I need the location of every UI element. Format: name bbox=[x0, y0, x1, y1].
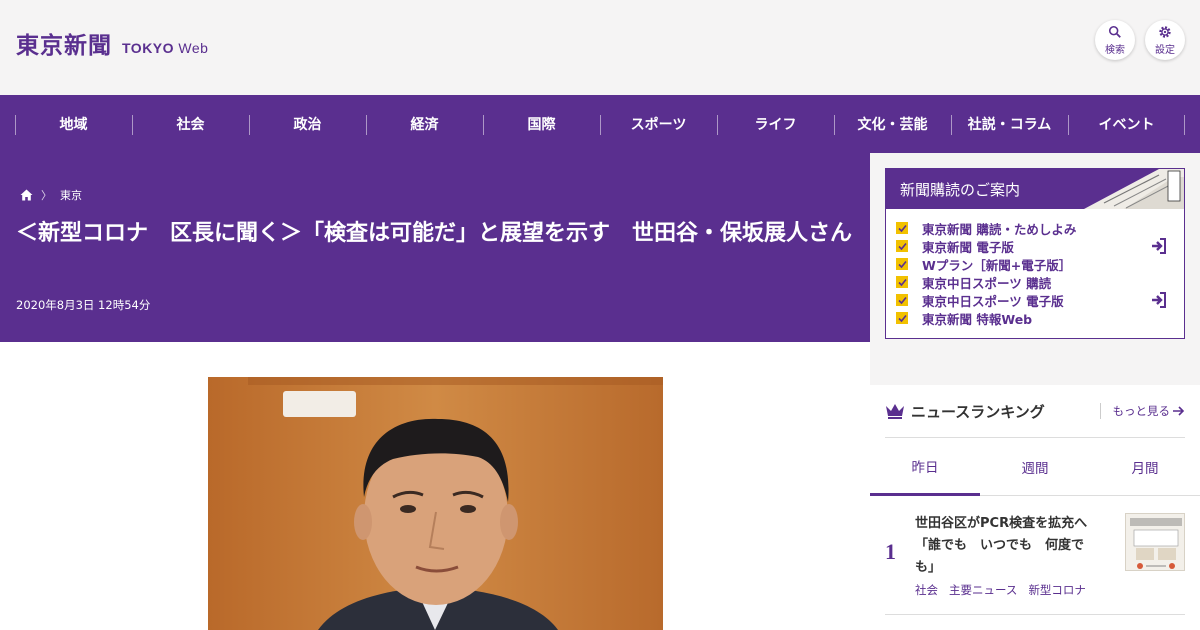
subscription-item-tokuho[interactable]: 東京新聞 特報Web bbox=[896, 309, 1174, 327]
search-button[interactable]: 検索 bbox=[1095, 20, 1135, 60]
breadcrumb-section[interactable]: 東京 bbox=[60, 187, 82, 203]
settings-button[interactable]: 設定 bbox=[1145, 20, 1185, 60]
check-icon bbox=[896, 222, 908, 234]
check-icon bbox=[896, 240, 908, 252]
rank-number: 1 bbox=[885, 539, 896, 564]
crown-icon bbox=[886, 404, 904, 419]
subscription-item-chunichi-sports[interactable]: 東京中日スポーツ 購読 bbox=[896, 273, 1174, 291]
tab-yesterday[interactable]: 昨日 bbox=[870, 438, 980, 496]
nav-item-sports[interactable]: スポーツ bbox=[600, 95, 717, 153]
nav-item-kokusai[interactable]: 国際 bbox=[483, 95, 600, 153]
tab-weekly[interactable]: 週間 bbox=[980, 438, 1090, 496]
ranking-tabs: 昨日 週間 月間 bbox=[870, 438, 1200, 496]
site-header: 東京新聞 TOKYO Web 検索 設定 bbox=[0, 0, 1200, 95]
ranking-item-tags: 社会 主要ニュース 新型コロナ bbox=[915, 582, 1086, 598]
nav-item-chiiki[interactable]: 地域 bbox=[15, 95, 132, 153]
newspaper-illustration bbox=[1084, 169, 1184, 209]
check-icon bbox=[896, 312, 908, 324]
subscription-item-denshiban[interactable]: 東京新聞 電子版 bbox=[896, 237, 1174, 255]
gear-icon bbox=[1159, 25, 1171, 38]
check-icon bbox=[896, 276, 908, 288]
nav-divider-end bbox=[1184, 115, 1185, 135]
login-icon[interactable] bbox=[1150, 237, 1168, 255]
subscription-item-label: 東京中日スポーツ 購読 bbox=[922, 275, 1052, 291]
subscription-item-label: 東京新聞 購読・ためしよみ bbox=[922, 221, 1077, 237]
nav-item-culture[interactable]: 文化・芸能 bbox=[834, 95, 951, 153]
tab-monthly[interactable]: 月間 bbox=[1090, 438, 1200, 496]
subscription-item-label: Wプラン［新聞+電子版］ bbox=[922, 257, 1072, 273]
ranking-item-thumbnail[interactable] bbox=[1125, 513, 1185, 571]
subscription-list: 東京新聞 購読・ためしよみ 東京新聞 電子版 Wプラン［新聞+電子版］ 東京中日… bbox=[886, 209, 1184, 327]
logo-en-light: Web bbox=[178, 40, 209, 56]
nav-item-editorial[interactable]: 社説・コラム bbox=[951, 95, 1068, 153]
article-headline: ＜新型コロナ 区長に聞く＞「検査は可能だ」と展望を示す 世田谷・保坂展人さん bbox=[16, 221, 853, 246]
subscription-item-label: 東京新聞 電子版 bbox=[922, 239, 1014, 255]
logo-en-bold: TOKYO bbox=[122, 40, 175, 56]
ranking-header: ニュースランキング もっと見る bbox=[885, 385, 1185, 438]
breadcrumb-separator: 〉 bbox=[41, 189, 52, 202]
ranking-item: 1 世田谷区がPCR検査を拡充へ「誰でも いつでも 何度でも」 社会 主要ニュー… bbox=[885, 497, 1185, 615]
subscription-box: 新聞購読のご案内 東京新聞 購読・ためしよみ 東京新聞 電子版 Wプラン［新聞+… bbox=[885, 168, 1185, 339]
nav-item-seiji[interactable]: 政治 bbox=[249, 95, 366, 153]
home-icon[interactable] bbox=[20, 189, 33, 201]
ranking-more-link[interactable]: もっと見る bbox=[1099, 403, 1186, 419]
tag-link[interactable]: 社会 bbox=[915, 582, 938, 598]
article-photo bbox=[208, 377, 663, 630]
subscription-header: 新聞購読のご案内 bbox=[886, 169, 1184, 209]
subscription-item-chunichi-sports-digital[interactable]: 東京中日スポーツ 電子版 bbox=[896, 291, 1174, 309]
settings-label: 設定 bbox=[1155, 44, 1175, 56]
search-icon bbox=[1108, 25, 1121, 38]
ranking-item-title[interactable]: 世田谷区がPCR検査を拡充へ「誰でも いつでも 何度でも」 bbox=[915, 513, 1103, 579]
article-body bbox=[0, 342, 870, 630]
breadcrumb: 〉 東京 bbox=[20, 187, 82, 203]
arrow-right-icon bbox=[1173, 406, 1185, 416]
sidebar: 新聞購読のご案内 東京新聞 購読・ためしよみ 東京新聞 電子版 Wプラン［新聞+… bbox=[870, 153, 1200, 630]
check-icon bbox=[896, 258, 908, 270]
subscription-item-wplan[interactable]: Wプラン［新聞+電子版］ bbox=[896, 255, 1174, 273]
nav-item-life[interactable]: ライフ bbox=[717, 95, 834, 153]
nav-item-event[interactable]: イベント bbox=[1068, 95, 1185, 153]
logo-english: TOKYO Web bbox=[122, 40, 208, 56]
article-date: 2020年8月3日 12時54分 bbox=[16, 298, 151, 312]
subscription-item-label: 東京新聞 特報Web bbox=[922, 311, 1033, 327]
subscription-item-koudoku[interactable]: 東京新聞 購読・ためしよみ bbox=[896, 219, 1174, 237]
logo-kanji: 東京新聞 bbox=[16, 32, 112, 59]
nav-item-shakai[interactable]: 社会 bbox=[132, 95, 249, 153]
search-label: 検索 bbox=[1105, 44, 1125, 56]
article-header: 〉 東京 ＜新型コロナ 区長に聞く＞「検査は可能だ」と展望を示す 世田谷・保坂展… bbox=[0, 153, 870, 342]
site-logo[interactable]: 東京新聞 TOKYO Web bbox=[16, 26, 208, 60]
tag-link[interactable]: 新型コロナ bbox=[1028, 582, 1086, 598]
portrait-illustration bbox=[208, 377, 663, 630]
subscription-item-label: 東京中日スポーツ 電子版 bbox=[922, 293, 1064, 309]
login-icon[interactable] bbox=[1150, 291, 1168, 309]
ranking-title: ニュースランキング bbox=[911, 402, 1045, 421]
thumbnail-illustration bbox=[1130, 518, 1182, 569]
more-link-label: もっと見る bbox=[1112, 404, 1171, 418]
news-ranking: ニュースランキング もっと見る 昨日 週間 月間 1 世田谷区がPCR検査を拡充… bbox=[870, 385, 1200, 630]
nav-item-keizai[interactable]: 経済 bbox=[366, 95, 483, 153]
tag-link[interactable]: 主要ニュース bbox=[949, 582, 1017, 598]
global-nav: 地域 社会 政治 経済 国際 スポーツ ライフ 文化・芸能 社説・コラム イベン… bbox=[0, 95, 1200, 153]
subscription-title: 新聞購読のご案内 bbox=[900, 181, 1021, 199]
check-icon bbox=[896, 294, 908, 306]
